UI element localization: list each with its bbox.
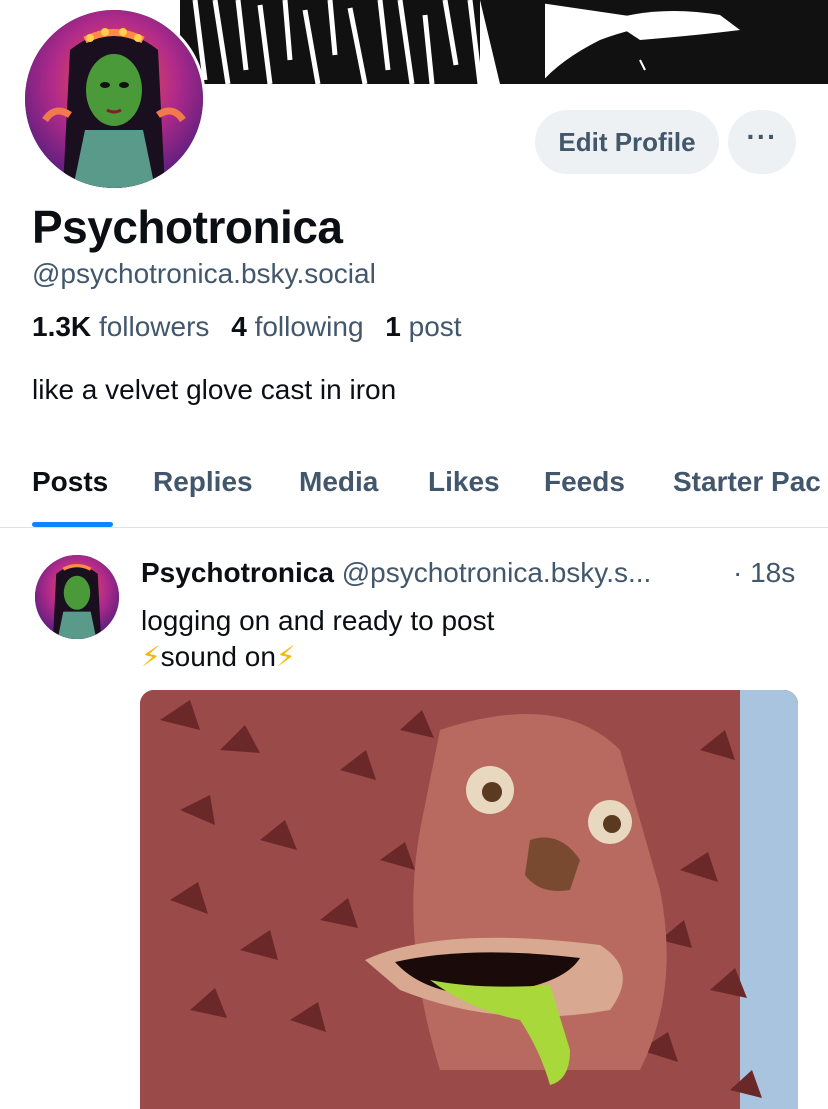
followers-count: 1.3K [32,311,92,342]
more-icon: ··· [746,121,778,152]
post-author-handle[interactable]: @psychotronica.bsky.s... [342,557,652,588]
profile-tabs: Posts Replies Media Likes Feeds Starter … [0,448,828,528]
post-text-line2: ⚡sound on⚡ [141,639,494,675]
posts-stat: 1 post [385,311,461,342]
more-options-button[interactable]: ··· [728,110,796,174]
post-text-line2-label: sound on [160,641,276,672]
avatar-image [25,10,203,188]
post-author-avatar[interactable] [35,555,119,639]
tab-posts[interactable]: Posts [32,466,108,498]
followers-label: followers [98,311,210,342]
following-count: 4 [231,311,247,342]
profile-bio: like a velvet glove cast in iron [32,374,397,405]
post-media-image[interactable] [140,690,798,1109]
tab-replies[interactable]: Replies [153,466,253,498]
media-picture [140,690,798,1109]
profile-handle: @psychotronica.bsky.social [32,258,376,289]
edit-profile-button[interactable]: Edit Profile [535,110,719,174]
posts-count: 1 [385,311,401,342]
tab-feeds[interactable]: Feeds [544,466,625,498]
post-avatar-image [35,555,119,639]
post-text: logging on and ready to post ⚡sound on⚡ [141,603,494,675]
posts-label: post [408,311,462,342]
following-label: following [254,311,364,342]
post-timestamp[interactable]: · 18s [733,557,795,589]
lightning-icon: ⚡ [275,641,296,672]
tab-starter-packs[interactable]: Starter Pac [673,466,821,498]
post-text-line1: logging on and ready to post [141,605,495,636]
post-author-name[interactable]: Psychotronica [141,557,334,588]
active-tab-indicator [32,522,113,527]
tab-media[interactable]: Media [299,466,378,498]
following-stat[interactable]: 4 following [231,311,363,342]
profile-avatar[interactable] [22,7,206,191]
profile-stats: 1.3K followers 4 following 1 post [32,311,462,343]
post-header: Psychotronica @psychotronica.bsky.s... [141,557,651,589]
lightning-icon: ⚡ [141,641,161,672]
display-name: Psychotronica [32,201,343,253]
tab-likes[interactable]: Likes [428,466,500,498]
followers-stat[interactable]: 1.3K followers [32,311,209,342]
